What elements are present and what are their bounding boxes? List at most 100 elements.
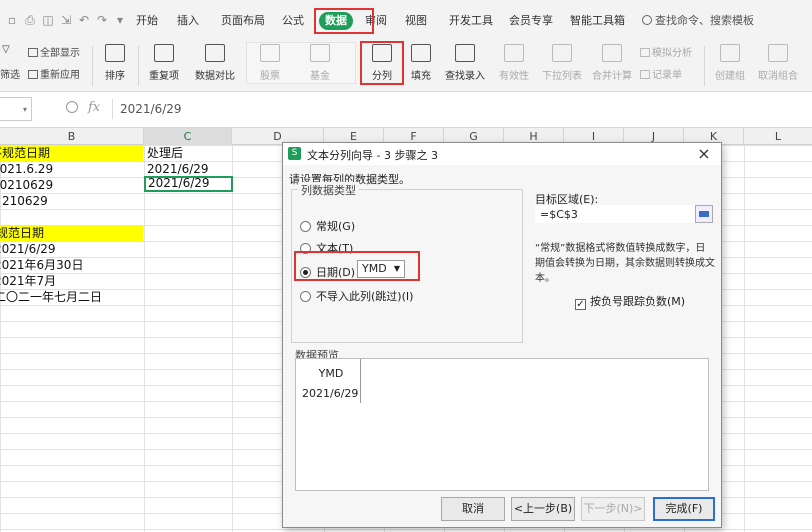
ungroup-icon: [768, 44, 788, 62]
sort-label: 排序: [105, 71, 125, 82]
save-icon[interactable]: ▫: [4, 13, 20, 27]
tab-view[interactable]: 视图: [405, 12, 427, 30]
fund-button[interactable]: 基金: [304, 44, 336, 82]
ribbon-tab-bar: ▫ ⎙ ◫ ⇲ ↶ ↷ ▾ 开始 插入 页面布局 公式 数据 审阅 视图 开发工…: [0, 0, 812, 38]
lookup-entry-button[interactable]: 查找录入: [442, 44, 488, 82]
ungroup-label: 取消组合: [758, 71, 798, 82]
tab-smart-toolbox[interactable]: 智能工具箱: [570, 12, 625, 30]
reapply-button[interactable]: 重新应用: [28, 66, 80, 81]
target-range-input[interactable]: =$C$3: [535, 205, 695, 223]
cell-b3[interactable]: 20210629: [0, 178, 143, 193]
duplicate-button[interactable]: 重复项: [144, 44, 184, 82]
split-column-button[interactable]: 分列: [366, 44, 398, 82]
sort-button[interactable]: 排序: [98, 44, 132, 82]
data-preview[interactable]: YMD 2021/6/29: [295, 358, 709, 491]
dropdown-list-button[interactable]: 下拉列表: [540, 44, 584, 82]
tab-data[interactable]: 数据: [319, 12, 353, 30]
cell-c3-selected[interactable]: 2021/6/29: [144, 176, 233, 192]
simulate-analysis-label: 模拟分析: [652, 48, 692, 59]
column-header-c[interactable]: C: [144, 128, 232, 145]
undo-icon[interactable]: ↶: [76, 13, 92, 27]
radio-text[interactable]: 文本(T): [300, 240, 353, 256]
customize-arrow-icon[interactable]: ▾: [112, 13, 128, 27]
fill-label: 填充: [411, 71, 431, 82]
cell-b9[interactable]: 2021年7月: [0, 274, 143, 289]
lookup-entry-icon: [455, 44, 475, 62]
tab-review[interactable]: 审阅: [365, 12, 387, 30]
sort-icon: [105, 44, 125, 62]
command-search[interactable]: 查找命令、搜索模板: [642, 12, 754, 28]
stock-button[interactable]: 股票: [254, 44, 286, 82]
tab-developer[interactable]: 开发工具: [449, 12, 493, 30]
cell-b7[interactable]: 2021/6/29: [0, 242, 143, 257]
cell-c1[interactable]: 处理后: [145, 146, 231, 161]
column-header-l[interactable]: L: [744, 128, 812, 145]
radio-skip-label: 不导入此列(跳过)(I): [316, 290, 414, 303]
radio-date-label: 日期(D): [316, 266, 356, 279]
stock-label: 股票: [260, 71, 280, 82]
text-to-columns-dialog: S 文本分列向导 - 3 步骤之 3 × 请设置每列的数据类型。 列数据类型 常…: [282, 142, 722, 528]
close-icon[interactable]: ×: [695, 144, 713, 163]
dialog-title-bar[interactable]: S 文本分列向导 - 3 步骤之 3 ×: [283, 143, 721, 165]
dropdown-list-label: 下拉列表: [542, 71, 582, 82]
tab-insert[interactable]: 插入: [177, 12, 199, 30]
compare-label: 数据对比: [195, 71, 235, 82]
cell-b8[interactable]: 2021年6月30日: [0, 258, 143, 273]
validity-label: 有效性: [499, 71, 529, 82]
preview-column-divider: [360, 359, 361, 403]
filter-button[interactable]: 筛选: [0, 66, 20, 81]
show-all-button[interactable]: 全部显示: [28, 44, 80, 59]
cell-b1[interactable]: 不规范日期: [0, 146, 143, 161]
reapply-label: 重新应用: [40, 70, 80, 81]
next-button[interactable]: 下一步(N)>: [581, 497, 645, 521]
column-type-legend: 列数据类型: [298, 182, 359, 198]
grid-line: [744, 145, 745, 532]
radio-skip[interactable]: 不导入此列(跳过)(I): [300, 288, 413, 304]
compare-button[interactable]: 数据对比: [190, 44, 240, 82]
name-box[interactable]: ▾: [0, 97, 32, 121]
radio-general[interactable]: 常规(G): [300, 218, 355, 234]
tab-start[interactable]: 开始: [136, 12, 158, 30]
tab-formula[interactable]: 公式: [282, 12, 304, 30]
zoom-search-icon[interactable]: [66, 101, 78, 113]
cancel-button[interactable]: 取消: [441, 497, 505, 521]
range-picker-icon[interactable]: [695, 205, 713, 223]
preview-icon[interactable]: ◫: [40, 13, 56, 27]
column-header-b[interactable]: B: [0, 128, 144, 145]
validity-button[interactable]: 有效性: [494, 44, 534, 82]
create-group-button[interactable]: 创建组: [710, 44, 750, 82]
show-all-icon: [28, 48, 38, 57]
chevron-down-icon[interactable]: ▾: [23, 105, 27, 114]
radio-date[interactable]: 日期(D): [300, 264, 355, 280]
export-icon[interactable]: ⇲: [58, 13, 74, 27]
negative-sign-checkbox[interactable]: ✓ 按负号跟踪负数(M): [575, 293, 685, 310]
cell-b10[interactable]: 二〇二一年七月二日: [0, 290, 143, 305]
print-icon[interactable]: ⎙: [22, 13, 38, 28]
cell-b2[interactable]: 2021.6.29: [0, 162, 143, 177]
date-format-select[interactable]: YMD ▼: [357, 260, 405, 278]
back-button[interactable]: <上一步(B): [511, 497, 575, 521]
redo-icon[interactable]: ↷: [94, 13, 110, 27]
fill-button[interactable]: 填充: [406, 44, 436, 82]
compare-icon: [205, 44, 225, 62]
formula-input[interactable]: 2021/6/29: [120, 102, 182, 116]
filter-small-icon[interactable]: ▽: [2, 44, 10, 55]
preview-column-header[interactable]: YMD: [302, 363, 360, 385]
tab-page-layout[interactable]: 页面布局: [221, 12, 265, 30]
simulate-analysis-button[interactable]: 模拟分析: [640, 44, 692, 59]
ungroup-button[interactable]: 取消组合: [752, 44, 804, 82]
radio-circle-icon: [300, 291, 311, 302]
tab-member[interactable]: 会员专享: [509, 12, 553, 30]
cell-b4[interactable]: 210629: [0, 194, 143, 209]
record-form-button[interactable]: 记录单: [640, 66, 682, 81]
finish-button[interactable]: 完成(F): [653, 497, 715, 521]
fx-icon[interactable]: fx: [88, 100, 100, 115]
reapply-icon: [28, 70, 38, 79]
cell-b6[interactable]: 规范日期: [0, 226, 143, 241]
create-group-icon: [720, 44, 740, 62]
duplicate-label: 重复项: [149, 71, 179, 82]
format-note: “常规”数据格式将数值转换成数字，日期值会转换为日期，其余数据则转换成文本。: [535, 243, 715, 284]
dropdown-list-icon: [552, 44, 572, 62]
cell-c2[interactable]: 2021/6/29: [145, 162, 231, 177]
merge-calc-button[interactable]: 合并计算: [590, 44, 634, 82]
